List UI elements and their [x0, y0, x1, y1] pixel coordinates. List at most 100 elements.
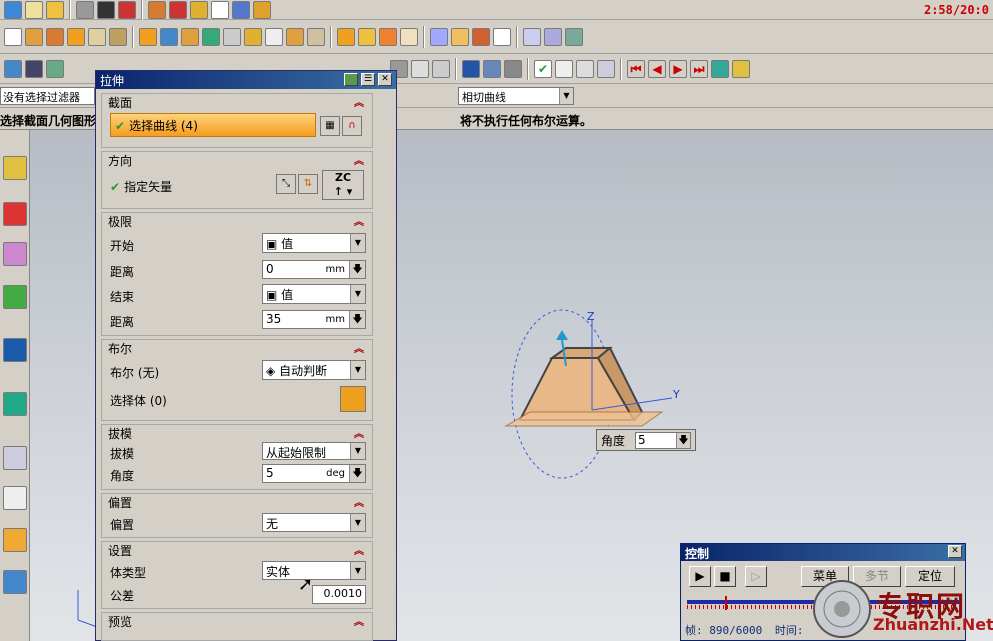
- toolbar-icon[interactable]: [118, 0, 136, 19]
- toolbar-icon[interactable]: [160, 27, 178, 46]
- collapse-icon[interactable]: ︽: [354, 94, 364, 109]
- collapse-icon[interactable]: ︽: [354, 340, 364, 355]
- toolbar-icon[interactable]: [430, 27, 448, 46]
- chevron-down-icon[interactable]: ▼: [350, 514, 365, 531]
- chevron-down-icon[interactable]: ▼: [350, 285, 365, 303]
- reverse-direction-icon[interactable]: ⇅: [298, 174, 318, 194]
- end-select[interactable]: ▣ 值 ▼: [262, 284, 366, 304]
- toolbar-icon[interactable]: [46, 59, 64, 78]
- toolbar-icon[interactable]: [232, 0, 250, 19]
- select-body-icon[interactable]: [340, 386, 366, 412]
- toolbar-icon[interactable]: [3, 528, 27, 552]
- arrow-down-icon[interactable]: 🡇: [349, 465, 365, 482]
- toolbar-icon[interactable]: [46, 27, 64, 46]
- toolbar-icon[interactable]: [3, 486, 27, 510]
- tolerance-field[interactable]: 0.0010: [312, 585, 366, 604]
- sketch-section-icon[interactable]: ▦: [320, 116, 340, 136]
- section-header[interactable]: 截面 ︽: [102, 94, 372, 110]
- dialog-icon[interactable]: [344, 73, 358, 86]
- toolbar-icon[interactable]: [3, 285, 27, 309]
- toolbar-icon[interactable]: [181, 27, 199, 46]
- toolbar-icon[interactable]: [25, 0, 43, 19]
- toolbar-icon[interactable]: [4, 59, 22, 78]
- toolbar-icon[interactable]: [379, 27, 397, 46]
- settings-header[interactable]: 设置 ︽: [102, 542, 372, 558]
- info-icon[interactable]: [3, 338, 27, 362]
- toolbar-icon[interactable]: [483, 59, 501, 78]
- toolbar-icon[interactable]: [523, 27, 541, 46]
- toolbar-icon[interactable]: [337, 27, 355, 46]
- toolbar-icon[interactable]: [732, 59, 750, 78]
- toolbar-icon[interactable]: [76, 0, 94, 19]
- collapse-icon[interactable]: ︽: [354, 152, 364, 167]
- next-frame-icon[interactable]: ▶: [669, 59, 687, 78]
- arrow-down-icon[interactable]: 🡇: [349, 311, 365, 328]
- chevron-down-icon[interactable]: ▼: [350, 361, 365, 379]
- toolbar-icon[interactable]: [25, 27, 43, 46]
- toolbar-icon[interactable]: [253, 0, 271, 19]
- specify-vector-row[interactable]: ✔ 指定矢量: [110, 178, 172, 195]
- toolbar-icon[interactable]: [211, 0, 229, 19]
- start-select[interactable]: ▣ 值 ▼: [262, 233, 366, 253]
- offset-header[interactable]: 偏置 ︽: [102, 494, 372, 510]
- toolbar-icon[interactable]: [565, 27, 583, 46]
- first-frame-icon[interactable]: ⏮: [627, 59, 645, 78]
- angle-field[interactable]: 5 deg 🡇: [262, 464, 366, 483]
- arrow-down-icon[interactable]: 🡇: [676, 433, 690, 448]
- direction-header[interactable]: 方向 ︽: [102, 152, 372, 168]
- toolbar-icon[interactable]: [400, 27, 418, 46]
- chevron-down-icon[interactable]: ▼: [350, 443, 365, 459]
- selection-filter[interactable]: 没有选择过滤器: [0, 87, 95, 105]
- toolbar-icon[interactable]: [139, 27, 157, 46]
- chevron-down-icon[interactable]: ▼: [559, 88, 573, 104]
- collapse-icon[interactable]: ︽: [354, 213, 364, 228]
- select-curve-button[interactable]: ✔ 选择曲线 (4): [110, 113, 316, 137]
- toolbar-icon[interactable]: [46, 0, 64, 19]
- toolbar-icon[interactable]: [4, 0, 22, 19]
- toolbar-icon[interactable]: [307, 27, 325, 46]
- play-button[interactable]: ▶: [689, 566, 711, 587]
- toolbar-icon[interactable]: [190, 0, 208, 19]
- chevron-down-icon[interactable]: ▼: [350, 562, 365, 579]
- toolbar-icon[interactable]: [3, 202, 27, 226]
- preview-header[interactable]: 预览 ︽: [102, 613, 372, 629]
- curve-rule-select[interactable]: 相切曲线 ▼: [458, 87, 574, 105]
- collapse-icon[interactable]: ︽: [354, 613, 364, 628]
- body-type-select[interactable]: 实体 ▼: [262, 561, 366, 580]
- dialog-titlebar[interactable]: 拉伸 ☰ ✕: [96, 71, 396, 89]
- close-icon[interactable]: ✕: [378, 73, 392, 86]
- toolbar-icon[interactable]: [504, 59, 522, 78]
- boolean-header[interactable]: 布尔 ︽: [102, 340, 372, 356]
- toolbar-icon[interactable]: [223, 27, 241, 46]
- distance1-field[interactable]: 0 mm 🡇: [262, 260, 366, 279]
- collapse-icon[interactable]: ︽: [354, 425, 364, 440]
- toolbar-icon[interactable]: [462, 59, 480, 78]
- draft-header[interactable]: 拔模 ︽: [102, 425, 372, 441]
- clock-icon[interactable]: [3, 446, 27, 470]
- toolbar-icon[interactable]: [3, 570, 27, 594]
- toolbar-icon[interactable]: [711, 59, 729, 78]
- sketch-icon[interactable]: [4, 27, 22, 46]
- toolbar-icon[interactable]: [148, 0, 166, 19]
- stop-button[interactable]: ■: [714, 566, 736, 587]
- vector-dialog-icon[interactable]: ⤡: [276, 174, 296, 194]
- toolbar-icon[interactable]: [472, 27, 490, 46]
- toolbar-icon[interactable]: [97, 0, 115, 19]
- toolbar-icon[interactable]: [544, 27, 562, 46]
- chevron-down-icon[interactable]: ▼: [350, 234, 365, 252]
- toolbar-icon[interactable]: [3, 242, 27, 266]
- toolbar-icon[interactable]: [202, 27, 220, 46]
- toolbar-icon[interactable]: [109, 27, 127, 46]
- toolbar-icon[interactable]: [432, 59, 450, 78]
- angle-popup-field[interactable]: 5 🡇: [635, 432, 691, 449]
- curve-icon[interactable]: ∩: [342, 116, 362, 136]
- collapse-icon[interactable]: ︽: [354, 494, 364, 509]
- last-frame-icon[interactable]: ⏭: [690, 59, 708, 78]
- toolbar-icon[interactable]: [265, 27, 283, 46]
- zc-vector-select[interactable]: ZC ↑ ▾: [322, 170, 364, 200]
- toolbar-icon[interactable]: [597, 59, 615, 78]
- toolbar-icon[interactable]: [411, 59, 429, 78]
- menu-icon[interactable]: ☰: [361, 73, 375, 86]
- limits-header[interactable]: 极限 ︽: [102, 213, 372, 229]
- collapse-icon[interactable]: ︽: [354, 542, 364, 557]
